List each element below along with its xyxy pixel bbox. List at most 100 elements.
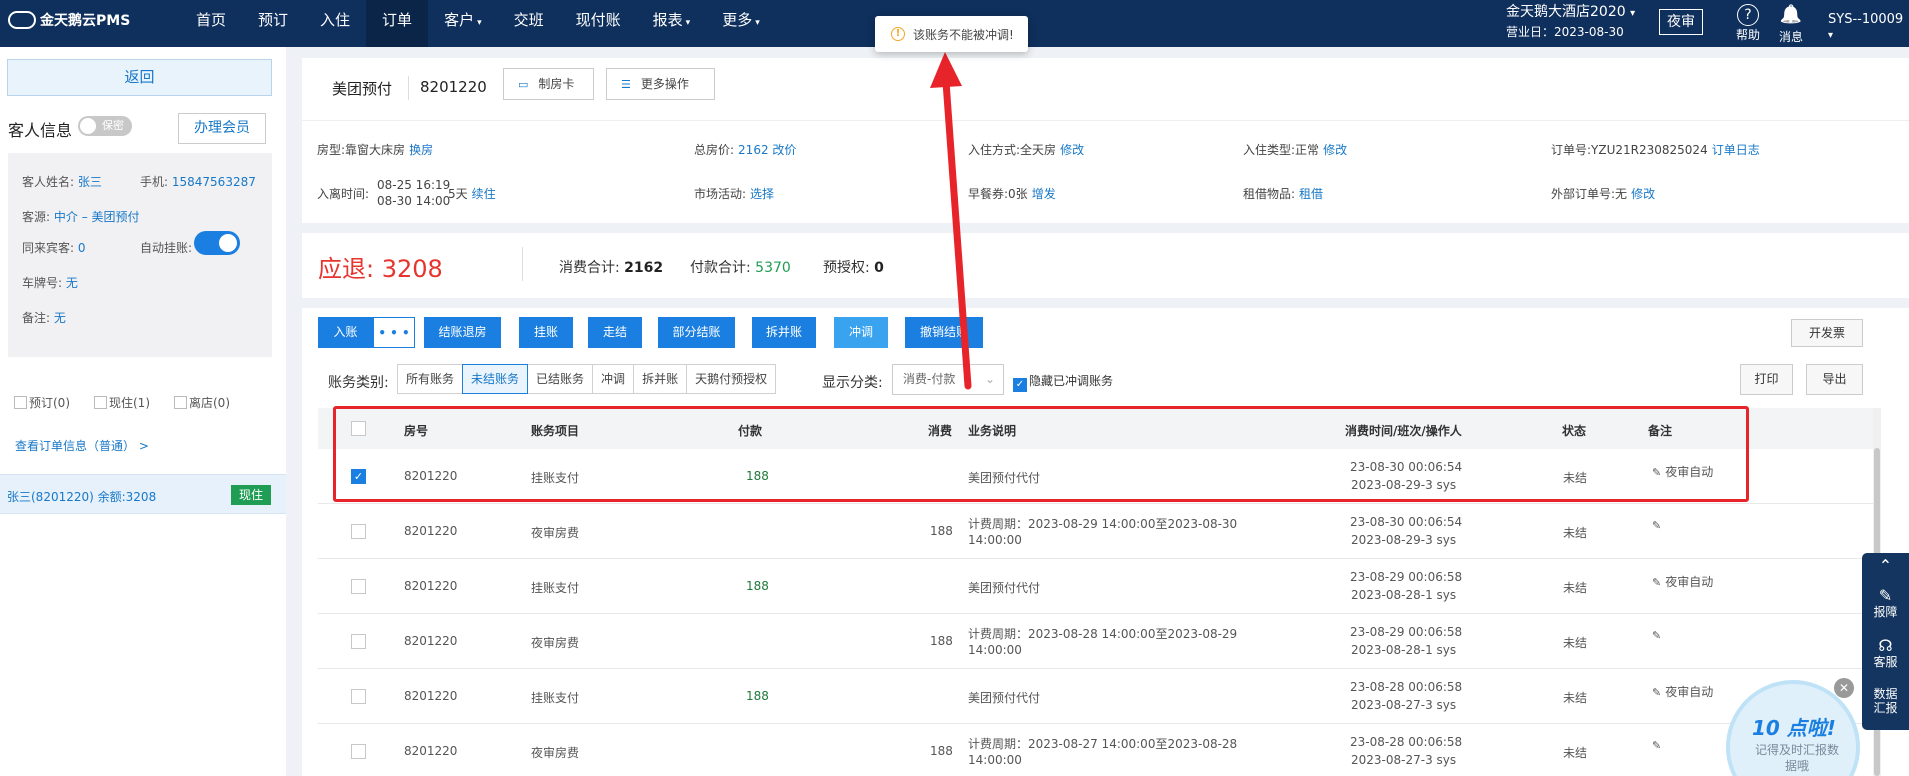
tab-preauth[interactable]: 天鹅付预授权 [686,364,777,394]
add-breakfast-link[interactable]: 增发 [1032,187,1056,201]
select-all-checkbox[interactable] [351,421,366,436]
tab-adjusted[interactable]: 冲调 [592,364,635,394]
guest-source-field: 客源: 中介 – 美团预付 [22,210,140,224]
help-icon: ? [1737,4,1759,26]
companions-field: 同来宾客: 0 [22,241,86,255]
auto-hang-toggle[interactable] [194,231,240,255]
secret-toggle[interactable]: 保密 [78,116,132,136]
user-menu[interactable]: SYS--10009 ▾ [1828,12,1909,42]
print-button[interactable]: 打印 [1740,364,1793,395]
nav-home[interactable]: 首页 [180,0,242,47]
table-row[interactable]: 8201220 夜审房费 188 计费周期：2023-08-27 14:00:0… [318,724,1878,776]
display-category-select[interactable]: 消费-付款 ⌄ [892,364,1004,395]
nav-more[interactable]: 更多 ▾ [706,0,776,47]
nav-checkin[interactable]: 入住 [304,0,366,47]
nav-reservation[interactable]: 预订 [242,0,304,47]
hide-adjusted-checkbox[interactable]: ✓ 隐藏已冲调账务 [1013,372,1113,392]
payment-cell: 188 [746,689,769,703]
edit-link[interactable]: 修改 [1631,187,1655,201]
row-checkbox[interactable]: ✓ [351,469,366,484]
night-audit-button[interactable]: 夜审 [1659,9,1703,35]
guest-name-field: 客人姓名: 张三 [22,175,102,189]
make-room-card-button[interactable]: ▭ 制房卡 [503,68,594,100]
extend-stay-link[interactable]: 续住 [472,187,496,201]
checkout-button[interactable]: 结账退房 [424,317,501,348]
note-cell[interactable]: ✎ 夜审自动 [1652,683,1713,700]
edit-link[interactable]: 修改 [1060,143,1084,157]
data-report-button[interactable]: 数据汇报 [1862,687,1909,715]
nav-reports[interactable]: 报表 ▾ [637,0,707,47]
invoice-button[interactable]: 开发票 [1791,319,1863,347]
refund-amount: 应退: 3208 [318,255,443,283]
tab-split-merge[interactable]: 拆并账 [633,364,688,394]
filter-in-house[interactable]: 现住(1) [94,394,150,411]
post-charge-more-button[interactable]: • • • [373,317,415,348]
tab-all[interactable]: 所有账务 [397,364,464,394]
col-description: 业务说明 [968,424,1017,438]
checkbox[interactable] [174,396,187,409]
row-checkbox[interactable] [351,634,366,649]
partial-settle-button[interactable]: 部分结账 [658,317,735,348]
hang-account-button[interactable]: 挂账 [519,317,573,348]
filter-reserved[interactable]: 预订(0) [14,394,70,411]
help-button[interactable]: ? 帮助 [1736,2,1760,43]
close-icon[interactable]: ✕ [1834,678,1854,698]
cancel-settle-button[interactable]: 撤销结账 [905,317,983,348]
export-button[interactable]: 导出 [1806,364,1863,395]
filter-departed[interactable]: 离店(0) [174,394,230,411]
nav-customers[interactable]: 客户 ▾ [428,0,498,47]
order-log-link[interactable]: 订单日志 [1712,143,1760,157]
row-checkbox[interactable] [351,744,366,759]
col-item: 账务项目 [531,424,580,438]
col-consume: 消费 [928,424,953,438]
hotel-selector[interactable]: 金天鹅大酒店2020 ▾ 营业日：2023-08-30 [1506,3,1635,41]
edit-link[interactable]: 修改 [1323,143,1347,157]
row-checkbox[interactable] [351,689,366,704]
report-issue-button[interactable]: ✎ 报障 [1862,587,1909,620]
brand-logo[interactable]: 金天鹅云PMS [8,10,130,30]
table-row[interactable]: ✓ 8201220 挂账支付 188 美团预付代付 23-08-30 00:06… [318,449,1878,504]
register-member-button[interactable]: 办理会员 [178,113,266,144]
tab-settled[interactable]: 已结账务 [527,364,594,394]
guest-list-item[interactable]: 张三(8201220) 余额:3208 现住 [0,474,286,514]
nav-orders[interactable]: 订单 [366,0,429,47]
checkbox[interactable] [94,396,107,409]
note-cell[interactable]: ✎ [1652,738,1665,752]
adjust-button[interactable]: 冲调 [834,317,888,348]
table-row[interactable]: 8201220 挂账支付 188 美团预付代付 23-08-29 00:06:5… [318,559,1878,614]
table-row[interactable]: 8201220 夜审房费 188 计费周期：2023-08-29 14:00:0… [318,504,1878,559]
change-room-link[interactable]: 换房 [409,143,433,157]
scroll-top-button[interactable]: ⌃ [1862,557,1909,575]
note-cell[interactable]: ✎ 夜审自动 [1652,463,1713,480]
rent-link[interactable]: 租借 [1299,187,1323,201]
total-price-field: 总房价: 2162 改价 [694,143,797,157]
warning-toast: ! 该账务不能被冲调! [875,16,1028,52]
more-operations-button[interactable]: ☰ 更多操作 [606,68,715,100]
select-campaign-link[interactable]: 选择 [750,187,774,201]
checkin-type-field: 入住类型:正常 修改 [1243,143,1348,157]
note-cell[interactable]: ✎ [1652,518,1665,532]
description-cell: 14:00:00 [968,643,1022,657]
post-charge-button[interactable]: 入账 [318,317,373,348]
chevron-down-icon: ▾ [755,18,760,28]
view-order-link[interactable]: 查看订单信息（普通） > [15,437,149,454]
checkbox[interactable] [14,396,27,409]
description-cell: 美团预付代付 [968,581,1041,595]
stay-dates: 08-25 16:19 08-30 14:00 [377,178,451,208]
customer-service-button[interactable]: ☊ 客服 [1862,637,1909,670]
row-checkbox[interactable] [351,524,366,539]
split-merge-button[interactable]: 拆并账 [752,317,816,348]
note-cell[interactable]: ✎ [1652,628,1665,642]
row-checkbox[interactable] [351,579,366,594]
chevron-down-icon: ▾ [1828,30,1834,41]
tab-unsettled[interactable]: 未结账务 [462,364,529,394]
table-row[interactable]: 8201220 夜审房费 188 计费周期：2023-08-28 14:00:0… [318,614,1878,669]
nav-shift[interactable]: 交班 [498,0,560,47]
note-cell[interactable]: ✎ 夜审自动 [1652,573,1713,590]
nav-cash-accounts[interactable]: 现付账 [560,0,637,47]
change-price-link[interactable]: 2162 改价 [738,143,796,157]
back-button[interactable]: 返回 [7,59,272,96]
messages-button[interactable]: 🔔 消息 [1779,2,1803,45]
table-row[interactable]: 8201220 挂账支付 188 美团预付代付 23-08-28 00:06:5… [318,669,1878,724]
walk-settle-button[interactable]: 走结 [588,317,642,348]
